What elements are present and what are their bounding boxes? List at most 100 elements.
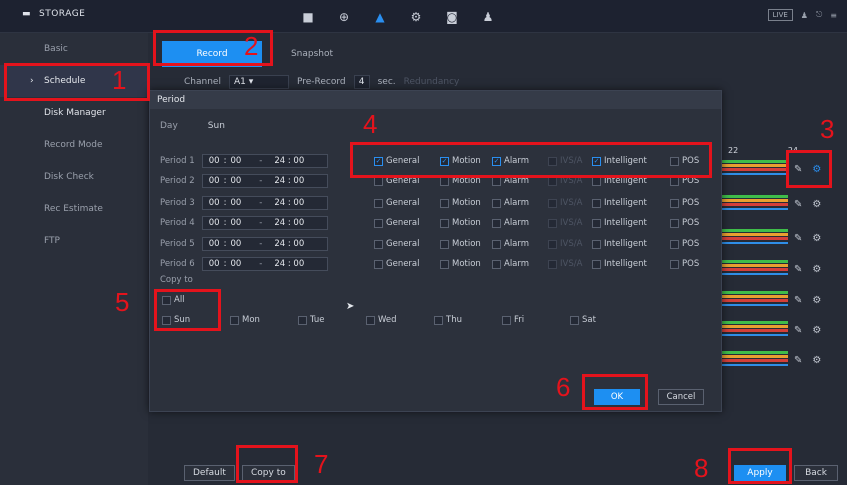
sidebar-item-disk-manager[interactable]: Disk Manager bbox=[0, 97, 148, 129]
checkbox-box[interactable] bbox=[440, 218, 449, 228]
checkbox-box[interactable] bbox=[374, 198, 383, 208]
checkbox-box[interactable] bbox=[492, 198, 501, 208]
checkbox-intelligent[interactable]: Intelligent bbox=[592, 239, 670, 249]
checkbox-motion[interactable]: Motion bbox=[440, 259, 492, 269]
schedule-bar[interactable] bbox=[716, 291, 788, 306]
edit-icon[interactable]: ✎ bbox=[794, 355, 802, 366]
start-minute[interactable]: 00 bbox=[230, 198, 241, 208]
checkbox-pos[interactable]: POS bbox=[670, 239, 710, 249]
start-minute[interactable]: 00 bbox=[230, 156, 241, 166]
default-button[interactable]: Default bbox=[184, 465, 235, 481]
checkbox-pos[interactable]: POS bbox=[670, 218, 710, 228]
tab-snapshot[interactable]: Snapshot bbox=[262, 41, 362, 67]
checkbox-motion[interactable]: Motion bbox=[440, 239, 492, 249]
checkbox-pos[interactable]: POS bbox=[670, 259, 710, 269]
gear-icon[interactable]: ⚙ bbox=[812, 355, 821, 366]
back-button[interactable]: Back bbox=[794, 465, 838, 481]
storage-nav-icon[interactable]: ▲ bbox=[362, 7, 398, 27]
schedule-bar[interactable] bbox=[716, 195, 788, 210]
end-time[interactable]: 24 : 00 bbox=[274, 259, 304, 269]
gear-icon[interactable]: ⚙ bbox=[812, 233, 821, 244]
checkbox-alarm[interactable]: Alarm bbox=[492, 259, 548, 269]
account-icon[interactable]: ♟ bbox=[470, 7, 506, 27]
edit-icon[interactable]: ✎ bbox=[794, 264, 802, 275]
checkbox-box[interactable] bbox=[592, 218, 601, 228]
checkbox-box[interactable] bbox=[492, 259, 501, 269]
copy-day-thu[interactable]: Thu bbox=[434, 315, 502, 325]
checkbox-box[interactable] bbox=[670, 198, 679, 208]
checkbox-box[interactable] bbox=[592, 198, 601, 208]
checkbox-box[interactable] bbox=[492, 239, 501, 249]
checkbox-box[interactable] bbox=[440, 239, 449, 249]
checkbox-box[interactable] bbox=[670, 259, 679, 269]
schedule-bar[interactable] bbox=[716, 351, 788, 366]
checkbox-motion[interactable]: Motion bbox=[440, 218, 492, 228]
end-time[interactable]: 24 : 00 bbox=[274, 239, 304, 249]
checkbox-box[interactable] bbox=[492, 218, 501, 228]
checkbox-alarm[interactable]: Alarm bbox=[492, 239, 548, 249]
checkbox-box[interactable] bbox=[374, 239, 383, 249]
copy-day-fri[interactable]: Fri bbox=[502, 315, 570, 325]
start-hour[interactable]: 00 bbox=[209, 259, 220, 269]
checkbox-general[interactable]: General bbox=[374, 259, 440, 269]
logout-icon[interactable]: ⎋ bbox=[816, 10, 822, 20]
edit-icon[interactable]: ✎ bbox=[794, 325, 802, 336]
security-icon[interactable]: ◙ bbox=[434, 7, 470, 27]
gear-icon[interactable]: ⚙ bbox=[812, 199, 821, 210]
period-time-range[interactable]: 00:00 - 24 : 00 bbox=[201, 237, 328, 251]
schedule-bar[interactable] bbox=[716, 229, 788, 244]
edit-icon[interactable]: ✎ bbox=[794, 295, 802, 306]
start-minute[interactable]: 00 bbox=[230, 259, 241, 269]
end-time[interactable]: 24 : 00 bbox=[274, 176, 304, 186]
network-icon[interactable]: ⊕ bbox=[326, 7, 362, 27]
checkbox-box[interactable] bbox=[298, 315, 307, 325]
start-hour[interactable]: 00 bbox=[209, 176, 220, 186]
checkbox-alarm[interactable]: Alarm bbox=[492, 198, 548, 208]
end-time[interactable]: 24 : 00 bbox=[274, 198, 304, 208]
start-minute[interactable]: 00 bbox=[230, 239, 241, 249]
period-time-range[interactable]: 00:00 - 24 : 00 bbox=[201, 154, 328, 168]
start-minute[interactable]: 00 bbox=[230, 176, 241, 186]
start-minute[interactable]: 00 bbox=[230, 218, 241, 228]
cancel-button[interactable]: Cancel bbox=[658, 389, 704, 405]
edit-icon[interactable]: ✎ bbox=[794, 233, 802, 244]
checkbox-box[interactable] bbox=[670, 218, 679, 228]
checkbox-box[interactable] bbox=[440, 259, 449, 269]
checkbox-box[interactable] bbox=[440, 198, 449, 208]
checkbox-motion[interactable]: Motion bbox=[440, 198, 492, 208]
checkbox-box[interactable] bbox=[592, 239, 601, 249]
start-hour[interactable]: 00 bbox=[209, 156, 220, 166]
checkbox-box[interactable] bbox=[230, 315, 239, 325]
prerecord-input[interactable]: 4 bbox=[353, 75, 370, 89]
live-button[interactable]: LIVE bbox=[767, 9, 793, 21]
checkbox-box[interactable] bbox=[592, 259, 601, 269]
copy-day-wed[interactable]: Wed bbox=[366, 315, 434, 325]
start-hour[interactable]: 00 bbox=[209, 218, 220, 228]
sidebar-item-record-mode[interactable]: Record Mode bbox=[0, 129, 148, 161]
start-hour[interactable]: 00 bbox=[209, 198, 220, 208]
copy-day-tue[interactable]: Tue bbox=[298, 315, 366, 325]
period-time-range[interactable]: 00:00 - 24 : 00 bbox=[201, 196, 328, 210]
checkbox-box[interactable] bbox=[374, 259, 383, 269]
end-time[interactable]: 24 : 00 bbox=[274, 156, 304, 166]
sidebar-item-basic[interactable]: Basic bbox=[0, 33, 148, 65]
checkbox-intelligent[interactable]: Intelligent bbox=[592, 218, 670, 228]
gear-icon[interactable]: ⚙ bbox=[812, 295, 821, 306]
schedule-bar[interactable] bbox=[716, 321, 788, 336]
schedule-bar[interactable] bbox=[716, 260, 788, 275]
start-hour[interactable]: 00 bbox=[209, 239, 220, 249]
gear-icon[interactable]: ⚙ bbox=[812, 325, 821, 336]
checkbox-box[interactable] bbox=[374, 218, 383, 228]
camera-icon[interactable]: ■ bbox=[290, 7, 326, 27]
copy-day-sat[interactable]: Sat bbox=[570, 315, 638, 325]
sidebar-item-disk-check[interactable]: Disk Check bbox=[0, 161, 148, 193]
checkbox-intelligent[interactable]: Intelligent bbox=[592, 259, 670, 269]
period-time-range[interactable]: 00:00 - 24 : 00 bbox=[201, 174, 328, 188]
period-time-range[interactable]: 00:00 - 24 : 00 bbox=[201, 257, 328, 271]
end-time[interactable]: 24 : 00 bbox=[274, 218, 304, 228]
copy-day-mon[interactable]: Mon bbox=[230, 315, 298, 325]
checkbox-alarm[interactable]: Alarm bbox=[492, 218, 548, 228]
checkbox-intelligent[interactable]: Intelligent bbox=[592, 198, 670, 208]
checkbox-box[interactable] bbox=[570, 315, 579, 325]
checkbox-box[interactable] bbox=[502, 315, 511, 325]
